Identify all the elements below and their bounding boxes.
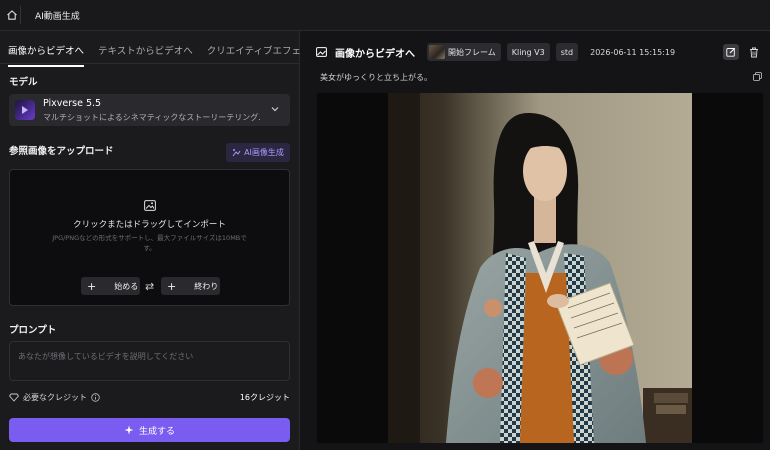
upload-section-label: 参照画像をアップロード [9,146,114,157]
magic-image-icon [232,149,241,157]
credit-amount: 16クレジット [239,393,290,402]
delete-button[interactable] [747,44,761,60]
ai-image-generate-label: AI画像生成 [244,148,284,157]
copy-icon[interactable] [753,72,762,81]
result-title: 画像からビデオへ [335,48,415,60]
upload-dropzone[interactable]: クリックまたはドラッグしてインポート JPG/PNGなどの形式をサポートし、最大… [9,169,290,306]
swap-icon[interactable]: ⇄ [145,280,154,293]
edit-button[interactable] [723,44,739,60]
video-preview[interactable] [317,93,763,443]
ai-image-generate-button[interactable]: AI画像生成 [226,143,290,162]
start-frame-button[interactable]: + 始める [81,277,140,295]
end-frame-button[interactable]: + 終わり [161,277,220,295]
plus-icon: + [87,279,97,293]
generated-image [388,93,692,443]
diamond-icon [9,393,19,402]
app-title: AI動画生成 [35,11,80,22]
upload-title: クリックまたはドラッグしてインポート [73,220,226,230]
home-button[interactable] [3,6,21,24]
credit-label: 必要なクレジット [23,393,87,402]
info-icon[interactable] [91,393,100,402]
image-icon [144,200,156,211]
plus-icon: + [167,279,177,293]
quality-chip: std [555,43,579,61]
credit-row: 必要なクレジット 16クレジット [9,392,290,403]
model-section-label: モデル [9,77,38,88]
result-panel: 画像からビデオへ 開始フレーム Kling V3 std 2026-06-11 … [301,31,770,450]
chevron-down-icon [271,107,279,112]
end-frame-label: 終わり [194,281,219,291]
generate-label: 生成する [138,426,175,437]
trash-icon [750,47,758,57]
model-chip: Kling V3 [506,43,550,61]
prompt-section-label: プロンプト [9,325,57,336]
upload-hint: JPG/PNGなどの形式をサポートし、最大ファイルサイズは10MBです。 [52,234,247,252]
edit-icon [726,47,736,57]
timestamp: 2026-06-11 15:15:19 [590,47,676,57]
pixverse-logo-icon [15,100,35,120]
start-frame-thumbnail [429,45,445,59]
image-video-icon [316,47,327,57]
tabs-divider [0,63,300,64]
model-selector[interactable]: Pixverse 5.5 マルチショットによるシネマティックなストーリーテリング… [9,94,290,126]
sparkle-icon [124,425,134,435]
prompt-input[interactable]: あなたが想像しているビデオを説明してください [9,341,290,381]
start-frame-chip: 開始フレーム [427,43,501,61]
model-description: マルチショットによるシネマティックなストーリーテリング. [43,112,261,122]
prompt-caption: 美女がゆっくりと立ち上がる。 [320,73,432,82]
home-icon [6,10,17,20]
generate-button[interactable]: 生成する [9,418,290,442]
result-header: 画像からビデオへ 開始フレーム Kling V3 std 2026-06-11 … [316,42,675,62]
start-frame-chip-label: 開始フレーム [448,47,496,57]
generator-panel: 画像からビデオへ テキストからビデオへ クリエイティブエフェクト モデル Pix… [0,31,320,450]
model-name: Pixverse 5.5 [43,97,102,109]
top-bar: AI動画生成 [0,0,770,31]
start-frame-label: 始める [114,281,139,291]
